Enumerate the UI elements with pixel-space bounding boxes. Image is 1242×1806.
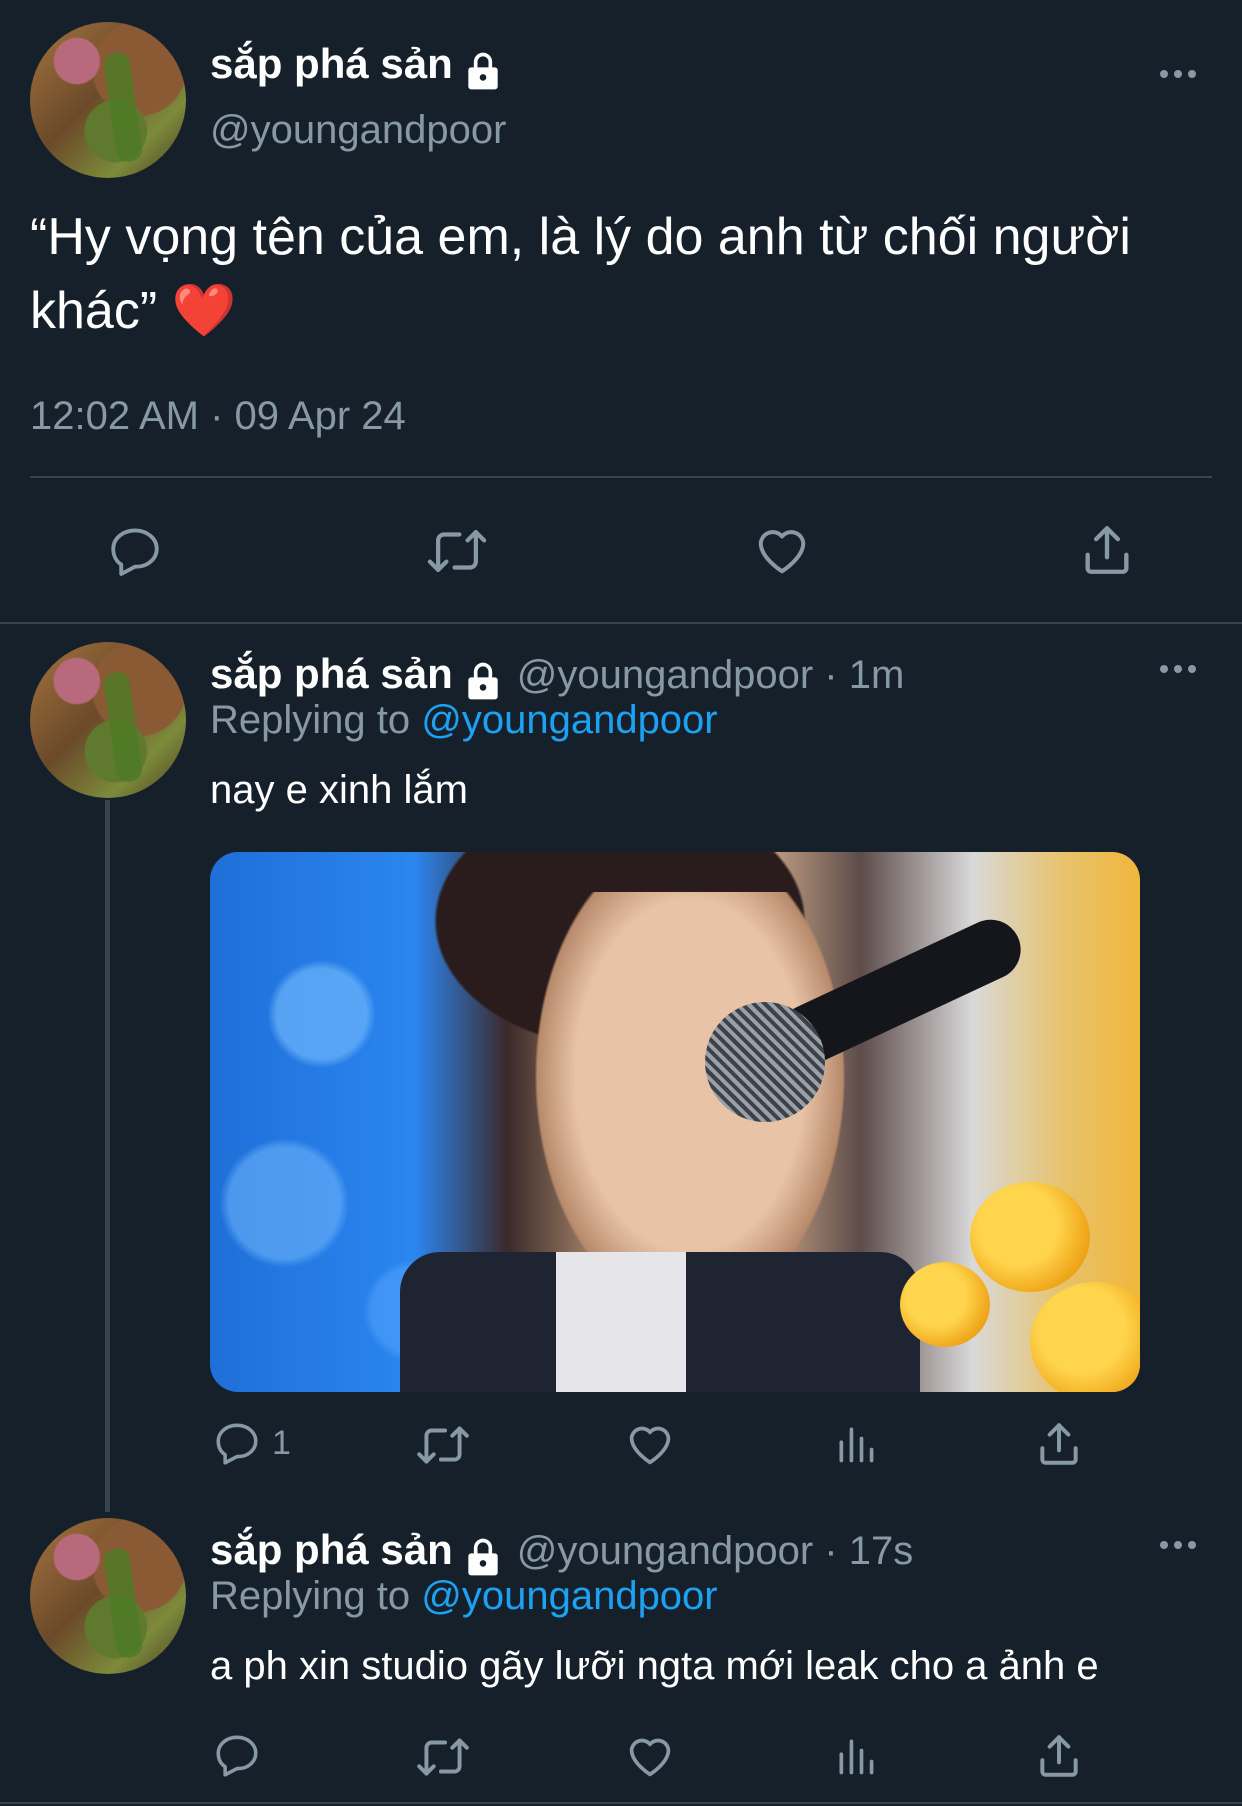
analytics-icon[interactable]: [834, 1732, 878, 1780]
photo-suit: [400, 1252, 920, 1392]
attached-photo[interactable]: [210, 852, 1140, 1392]
more-options-icon[interactable]: [1160, 663, 1200, 675]
display-name[interactable]: sắp phá sản: [210, 650, 453, 697]
share-icon[interactable]: [1034, 1730, 1084, 1782]
replying-to: Replying to @youngandpoor: [210, 698, 718, 743]
relative-time[interactable]: · 17s: [813, 1529, 913, 1573]
tweet-text-line: “Hy vọng tên của em, là lý do anh từ chố…: [30, 208, 1131, 266]
divider: [30, 476, 1212, 478]
reply-text: a ph xin studio gãy lưỡi ngta mới leak c…: [210, 1644, 1099, 1688]
reply-text: nay e xinh lắm: [210, 768, 468, 812]
divider: [0, 622, 1242, 624]
avatar[interactable]: [30, 1518, 186, 1674]
handle[interactable]: @youngandpoor: [517, 1529, 813, 1573]
tweet-text: “Hy vọng tên của em, là lý do anh từ chố…: [30, 200, 1230, 348]
tweet-timestamp[interactable]: 12:02 AM · 09 Apr 24: [30, 394, 406, 439]
like-icon[interactable]: [624, 1418, 676, 1470]
photo-flower: [1030, 1282, 1140, 1392]
tweet-text-line: khác” ❤️: [30, 282, 237, 340]
reply-count: 1: [272, 1424, 291, 1462]
author-header: sắp phá sản: [210, 40, 505, 98]
retweet-icon[interactable]: [414, 1420, 472, 1470]
display-name[interactable]: sắp phá sản: [210, 1526, 453, 1573]
like-icon[interactable]: [624, 1730, 676, 1782]
analytics-icon[interactable]: [834, 1420, 878, 1468]
replying-to-link[interactable]: @youngandpoor: [421, 1574, 717, 1618]
thread-line: [105, 800, 110, 1512]
replying-prefix: Replying to: [210, 1574, 422, 1618]
more-options-icon[interactable]: [1160, 68, 1200, 80]
photo-mic-head: [705, 1002, 825, 1122]
avatar[interactable]: [30, 642, 186, 798]
reply-icon[interactable]: [212, 1418, 262, 1468]
reply-icon[interactable]: [106, 522, 164, 580]
retweet-icon[interactable]: [414, 1732, 472, 1782]
display-name[interactable]: sắp phá sản: [210, 40, 453, 87]
photo-flower: [970, 1182, 1090, 1292]
replying-to-link[interactable]: @youngandpoor: [421, 698, 717, 742]
reply-icon[interactable]: [212, 1730, 262, 1780]
handle[interactable]: @youngandpoor: [517, 653, 813, 697]
avatar[interactable]: [30, 22, 186, 178]
share-icon[interactable]: [1078, 520, 1136, 580]
retweet-icon[interactable]: [424, 522, 490, 580]
photo-flower: [900, 1262, 990, 1347]
handle[interactable]: @youngandpoor: [210, 108, 506, 153]
share-icon[interactable]: [1034, 1418, 1084, 1470]
replying-to: Replying to @youngandpoor: [210, 1574, 718, 1619]
divider: [0, 1802, 1242, 1804]
replying-prefix: Replying to: [210, 698, 422, 742]
like-icon[interactable]: [752, 520, 812, 580]
lock-icon: [461, 49, 505, 98]
more-options-icon[interactable]: [1160, 1539, 1200, 1551]
relative-time[interactable]: · 1m: [813, 653, 904, 697]
